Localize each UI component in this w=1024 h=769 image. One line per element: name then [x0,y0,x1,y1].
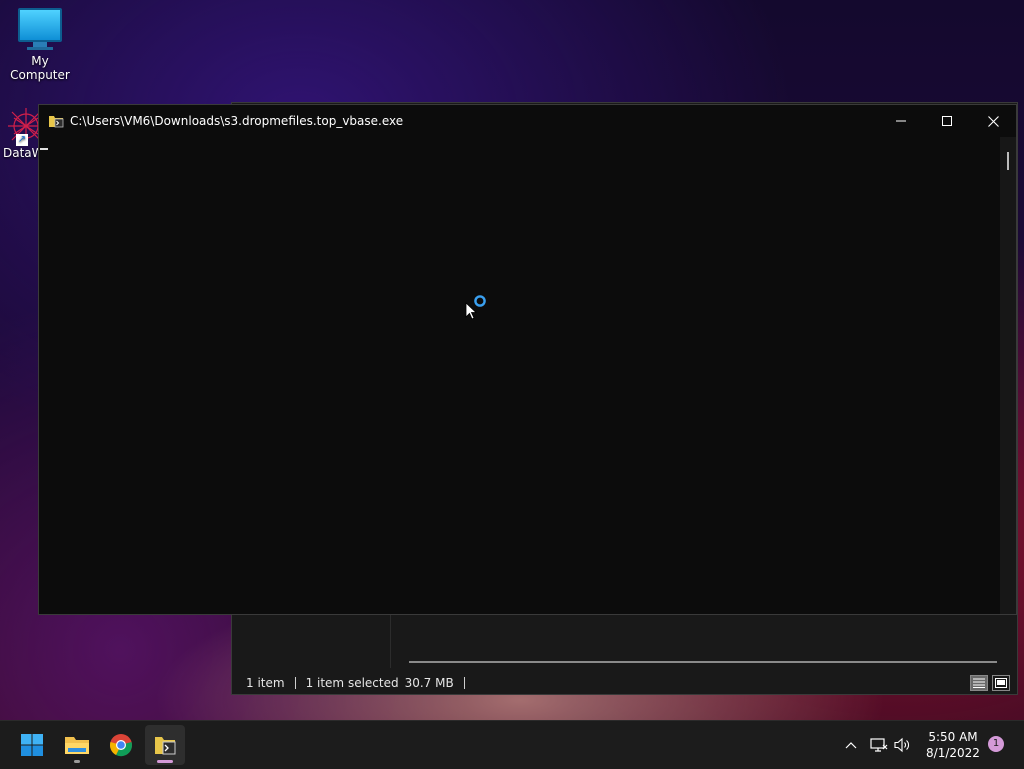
large-icons-view-icon [995,678,1007,688]
active-indicator [157,760,173,763]
chrome-icon [110,734,132,757]
taskbar-file-explorer[interactable] [57,725,97,765]
clock-date: 8/1/2022 [926,746,980,760]
status-bar: 1 item 1 item selected 30.7 MB [232,672,1017,694]
console-app-icon [48,113,64,129]
notification-badge[interactable]: 1 [988,736,1004,752]
clock-time: 5:50 AM [928,730,978,744]
busy-pointer [465,295,491,327]
minimize-button[interactable] [878,105,924,137]
mouse-pointer-icon [465,302,478,320]
volume-button[interactable] [892,721,914,769]
status-separator [294,677,296,689]
status-item-count: 1 item [246,676,285,690]
network-button[interactable] [868,721,890,769]
desktop-icon-label: My Computer [10,54,70,82]
close-icon [987,115,999,127]
minimize-icon [896,120,906,122]
console-app-icon [155,737,176,755]
navigation-pane[interactable] [232,615,391,668]
scrollbar-thumb[interactable] [1007,152,1009,170]
large-icons-view-button[interactable] [992,675,1010,691]
details-view-icon [973,678,985,688]
taskbar: 5:50 AM 8/1/2022 [0,720,1024,769]
network-icon [870,738,888,752]
text-cursor [40,148,48,150]
windows-start-icon [21,734,43,756]
console-title-bar[interactable]: C:\Users\VM6\Downloads\s3.dropmefiles.to… [39,105,1016,137]
taskbar-clock[interactable]: 5:50 AM 8/1/2022 [922,729,984,761]
loading-spinner-icon [474,295,486,307]
show-hidden-icons-button[interactable] [840,721,862,769]
maximize-icon [942,116,952,126]
vertical-scrollbar[interactable] [1000,137,1016,614]
shortcut-arrow-icon: ↗ [16,134,28,146]
desktop-icon-my-computer[interactable]: My Computer [0,8,80,82]
volume-icon [894,737,909,753]
status-separator [463,677,465,689]
console-title: C:\Users\VM6\Downloads\s3.dropmefiles.to… [70,114,404,128]
taskbar-console-app[interactable] [145,725,185,765]
start-button[interactable] [12,725,52,765]
close-button[interactable] [970,105,1016,137]
horizontal-scrollbar[interactable] [409,661,997,663]
file-explorer-icon [65,737,89,754]
console-window[interactable]: C:\Users\VM6\Downloads\s3.dropmefiles.to… [38,104,1017,615]
running-indicator [74,760,80,763]
console-output-area[interactable] [39,137,1000,614]
taskbar-chrome[interactable] [101,725,141,765]
status-size: 30.7 MB [404,676,454,690]
maximize-button[interactable] [924,105,970,137]
computer-icon [0,8,80,50]
chevron-up-icon [845,742,857,749]
status-selection: 1 item selected [305,676,399,690]
details-view-button[interactable] [970,675,988,691]
